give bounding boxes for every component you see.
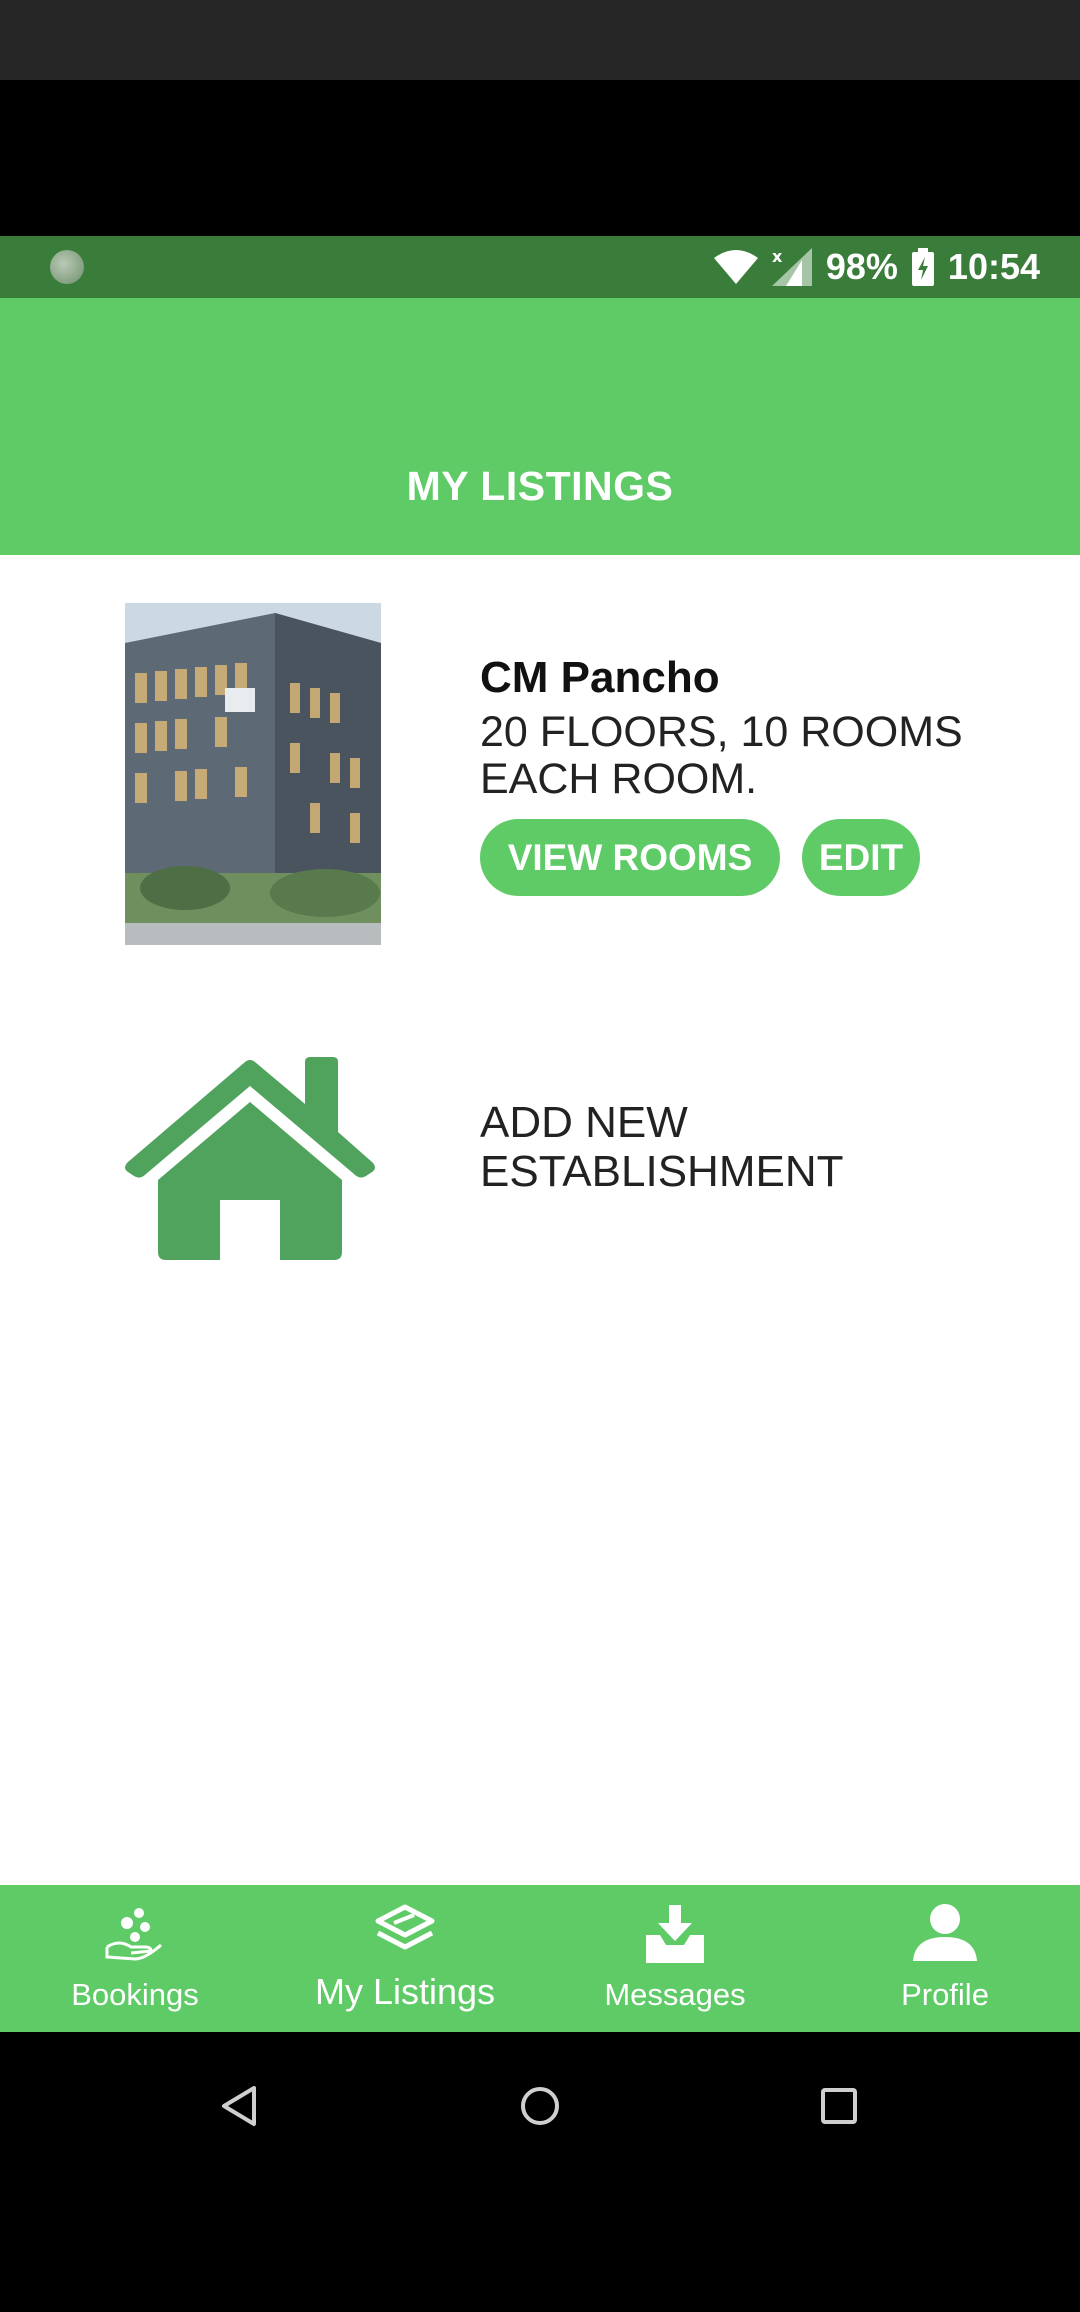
home-circle-icon[interactable] — [519, 2084, 561, 2128]
nav-bookings[interactable]: Bookings — [0, 1885, 270, 2032]
listing-name: CM Pancho — [480, 653, 720, 702]
page-title: MY LISTINGS — [406, 463, 674, 509]
recents-icon[interactable] — [819, 2084, 859, 2128]
listing-photo[interactable] — [125, 603, 381, 945]
building-image — [125, 603, 381, 945]
nav-bookings-label: Bookings — [71, 1977, 199, 2012]
wifi-icon — [713, 250, 758, 284]
edit-button[interactable]: EDIT — [802, 819, 920, 896]
app-header: MY LISTINGS — [0, 298, 1080, 555]
add-label-line1: ADD NEW — [480, 1098, 688, 1147]
add-establishment-label: ADD NEW ESTABLISHMENT — [480, 1098, 843, 1196]
add-establishment-row[interactable]: ADD NEW ESTABLISHMENT — [120, 1052, 1080, 1262]
add-label-line2: ESTABLISHMENT — [480, 1147, 844, 1196]
battery-charging-icon — [911, 248, 934, 286]
view-rooms-button[interactable]: VIEW ROOMS — [480, 819, 780, 896]
listing-info: CM Pancho 20 FLOORS, 10 ROOMS EACH ROOM.… — [480, 653, 1080, 896]
person-icon — [913, 1904, 977, 1961]
nav-my-listings[interactable]: My Listings — [270, 1885, 540, 2032]
top-bezel — [0, 0, 1080, 236]
system-navigation-bar — [0, 2032, 1080, 2312]
nav-profile[interactable]: Profile — [810, 1885, 1080, 2032]
nav-messages-label: Messages — [604, 1977, 746, 2012]
top-strip — [0, 0, 1080, 80]
nav-my-listings-label: My Listings — [314, 1971, 496, 2012]
clock: 10:54 — [947, 246, 1040, 287]
signal-icon: x — [771, 248, 812, 286]
status-bar: x 98% 10:54 — [0, 236, 1080, 298]
nav-messages[interactable]: Messages — [540, 1885, 810, 2032]
listing-card[interactable]: CM Pancho 20 FLOORS, 10 ROOMS EACH ROOM.… — [125, 603, 1080, 945]
listing-actions: VIEW ROOMS EDIT — [480, 819, 1080, 896]
listing-description: 20 FLOORS, 10 ROOMS EACH ROOM. — [480, 709, 963, 803]
listings-icon — [375, 1904, 435, 1950]
home-icon — [125, 1057, 375, 1260]
notification-dot-icon — [50, 250, 84, 284]
nav-profile-label: Profile — [901, 1977, 989, 2012]
battery-percent: 98% — [825, 246, 898, 287]
status-right: x 98% 10:54 — [713, 236, 1040, 298]
download-inbox-icon — [646, 1905, 704, 1963]
bookings-icon — [105, 1908, 162, 1961]
svg-text:x: x — [772, 248, 783, 266]
bottom-nav: Bookings My Listings Messages Profile — [0, 1885, 1080, 2032]
back-icon[interactable] — [218, 2084, 260, 2128]
